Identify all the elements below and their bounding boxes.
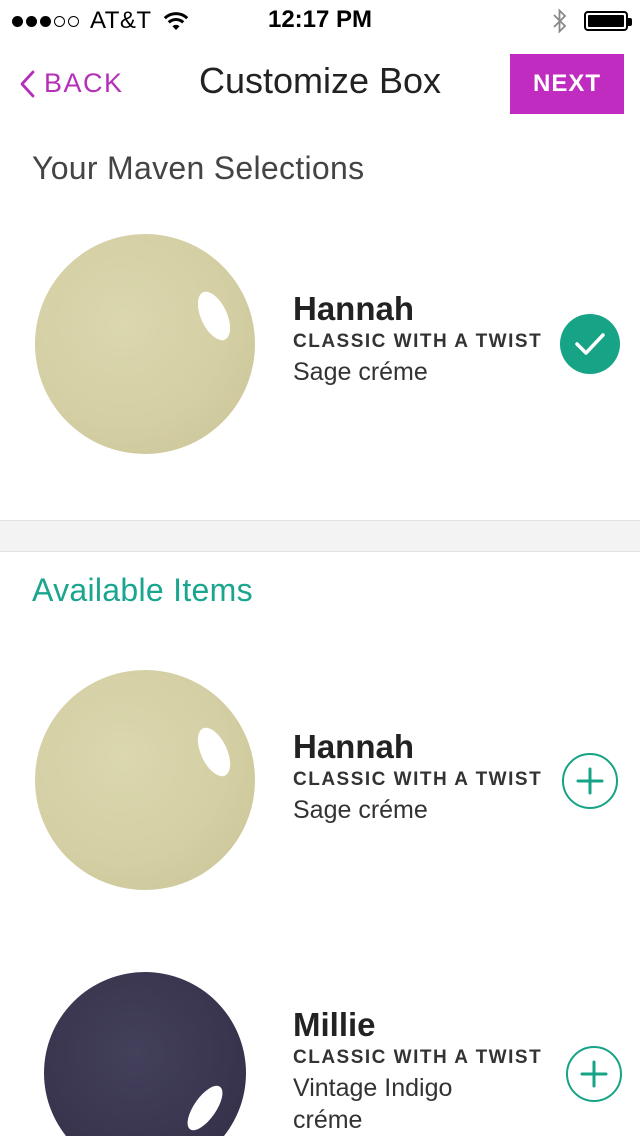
polish-swatch bbox=[35, 670, 255, 890]
bluetooth-icon bbox=[553, 8, 567, 34]
selections-heading: Your Maven Selections bbox=[32, 150, 365, 186]
polish-swatch bbox=[35, 234, 255, 454]
swatch-shine bbox=[191, 722, 237, 782]
item-info: Hannah CLASSIC WITH A TWIST Sage créme bbox=[293, 290, 542, 388]
selected-check-button[interactable] bbox=[560, 314, 620, 374]
available-item: Hannah CLASSIC WITH A TWIST Sage créme bbox=[0, 668, 640, 898]
swatch-shine bbox=[181, 1080, 229, 1136]
item-finish: Sage créme bbox=[293, 796, 428, 824]
polish-swatch bbox=[44, 972, 246, 1136]
battery-icon bbox=[584, 11, 632, 31]
plus-icon bbox=[576, 767, 604, 795]
item-line: CLASSIC WITH A TWIST bbox=[293, 769, 543, 790]
add-item-button[interactable] bbox=[566, 1046, 622, 1102]
plus-icon bbox=[580, 1060, 608, 1088]
status-right bbox=[552, 8, 632, 34]
available-item: Millie CLASSIC WITH A TWIST Vintage Indi… bbox=[0, 968, 640, 1136]
item-finish-line: Vintage Indigo bbox=[293, 1074, 453, 1102]
section-divider bbox=[0, 520, 640, 552]
item-finish: Vintage Indigo créme bbox=[293, 1072, 542, 1136]
item-finish-line: créme bbox=[293, 1106, 363, 1134]
nav-bar: BACK Customize Box NEXT bbox=[0, 40, 640, 128]
item-name: Millie bbox=[293, 1006, 376, 1043]
check-icon bbox=[575, 333, 605, 355]
item-name: Hannah bbox=[293, 290, 415, 327]
next-button[interactable]: NEXT bbox=[510, 54, 624, 114]
swatch-shine bbox=[191, 286, 237, 346]
item-line: CLASSIC WITH A TWIST bbox=[293, 331, 543, 352]
item-info: Hannah CLASSIC WITH A TWIST Sage créme bbox=[293, 728, 542, 826]
add-item-button[interactable] bbox=[562, 753, 618, 809]
available-heading: Available Items bbox=[32, 572, 253, 608]
item-name: Hannah bbox=[293, 728, 415, 765]
status-bar: AT&T 12:17 PM bbox=[0, 0, 640, 40]
status-time: 12:17 PM bbox=[267, 6, 373, 33]
item-info: Millie CLASSIC WITH A TWIST Vintage Indi… bbox=[293, 1006, 542, 1136]
selected-item: Hannah CLASSIC WITH A TWIST Sage créme bbox=[0, 232, 640, 462]
item-line: CLASSIC WITH A TWIST bbox=[293, 1047, 543, 1068]
item-finish: Sage créme bbox=[293, 358, 428, 386]
